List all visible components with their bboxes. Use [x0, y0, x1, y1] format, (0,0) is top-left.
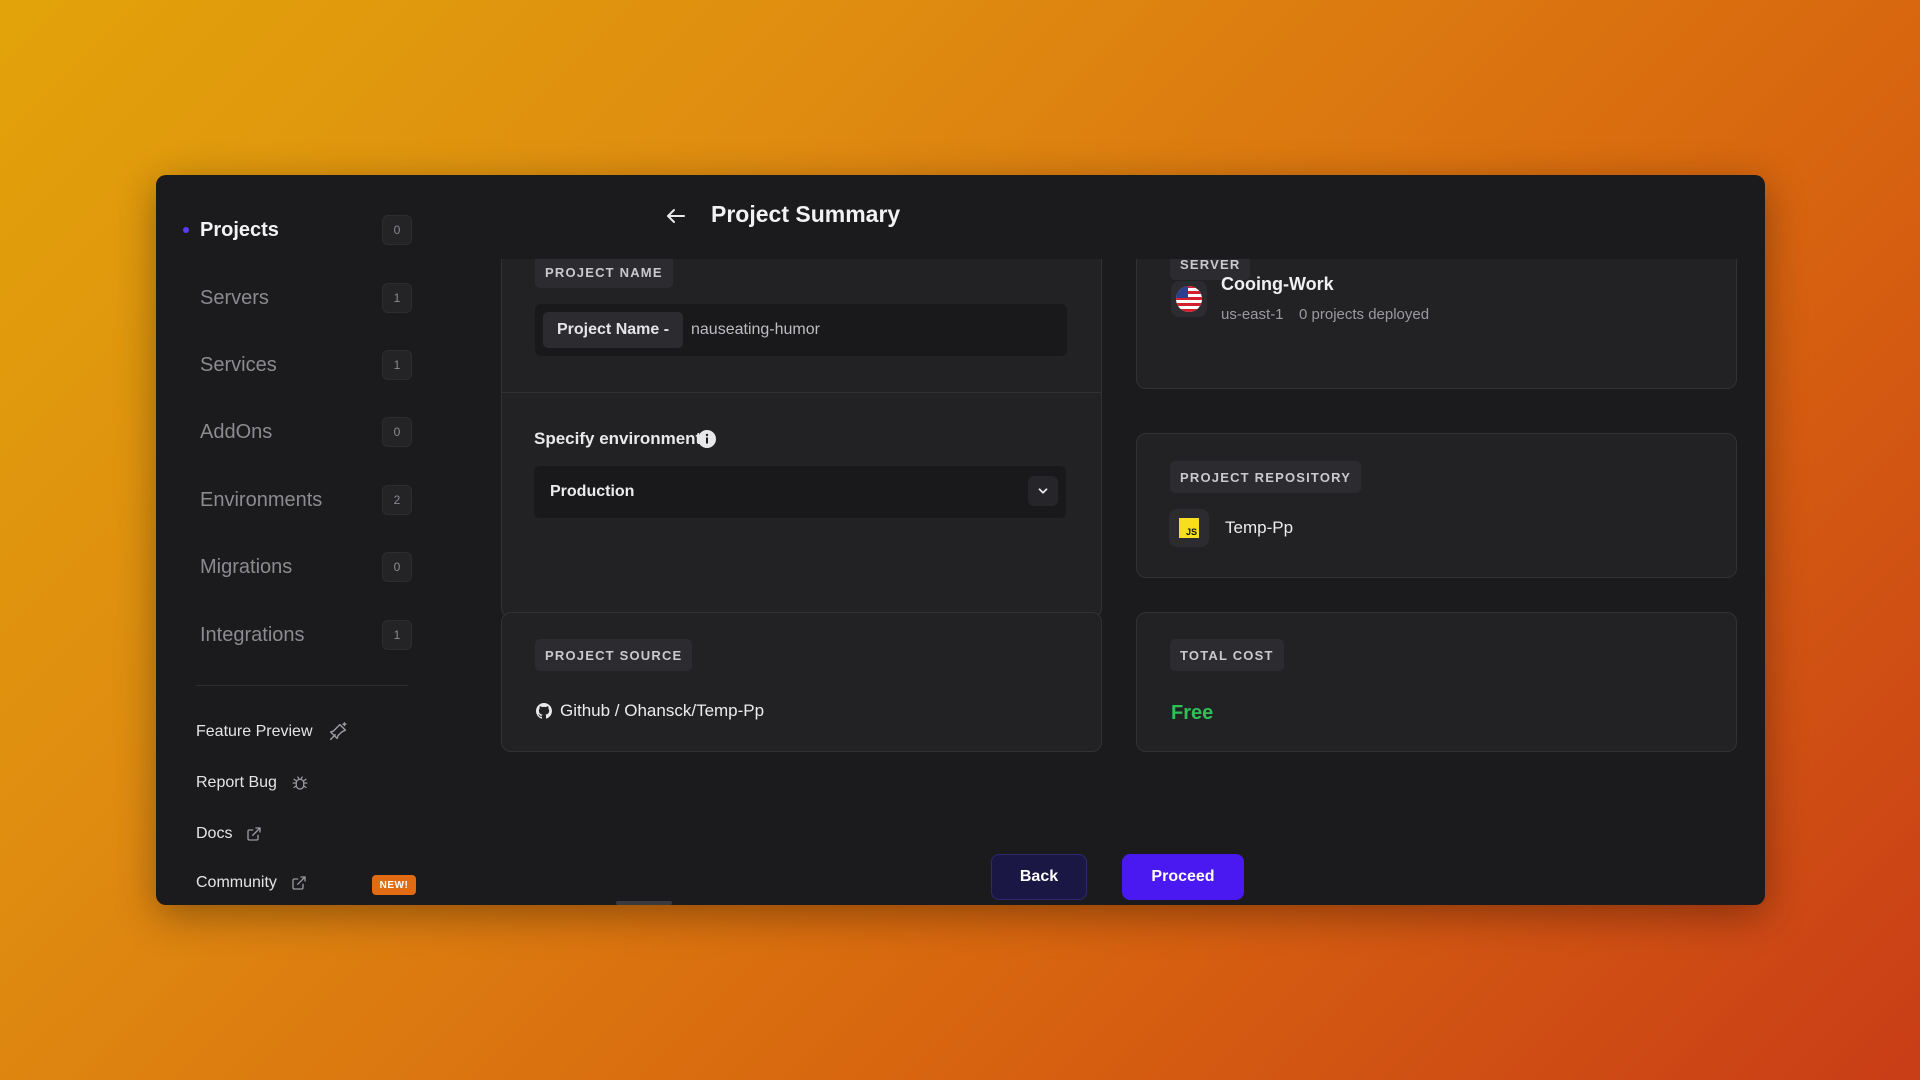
sidebar-item-label: Servers	[200, 286, 269, 309]
sidebar-item-label: Projects	[200, 218, 279, 241]
repository-name[interactable]: Temp-Pp	[1225, 518, 1293, 538]
sidebar-item-count: 0	[382, 552, 412, 582]
server-region: us-east-1	[1221, 306, 1284, 323]
sidebar-item-servers[interactable]: Servers 1	[156, 278, 426, 318]
project-source-row[interactable]: Github / Ohansck/Temp-Pp	[536, 701, 764, 721]
info-icon[interactable]	[697, 429, 717, 449]
project-source-card: PROJECT SOURCE Github / Ohansck/Temp-Pp	[501, 612, 1102, 752]
report-bug-label: Report Bug	[196, 774, 277, 791]
sidebar-item-environments[interactable]: Environments 2	[156, 480, 426, 520]
sidebar-item-projects[interactable]: Projects 0	[156, 210, 426, 250]
page-header: Project Summary	[446, 175, 1740, 259]
project-name-value[interactable]: nauseating-humor	[691, 304, 820, 356]
sidebar-item-label: Migrations	[200, 555, 293, 578]
community-link[interactable]: Community	[196, 869, 307, 897]
docs-link[interactable]: Docs	[196, 820, 262, 848]
bug-icon	[292, 776, 308, 790]
sidebar-divider	[196, 685, 408, 686]
sidebar-item-label: Services	[200, 353, 277, 376]
sidebar-item-count: 1	[382, 620, 412, 650]
sidebar-item-count: 0	[382, 417, 412, 447]
page-title: Project Summary	[711, 201, 901, 227]
project-source-value: Github / Ohansck/Temp-Pp	[560, 701, 765, 720]
chevron-down-icon[interactable]	[1028, 476, 1058, 506]
back-arrow-icon[interactable]	[664, 204, 688, 228]
project-name-field[interactable]: Project Name - nauseating-humor	[535, 304, 1067, 356]
sparkle-pin-icon	[329, 722, 347, 741]
feature-preview-label: Feature Preview	[196, 723, 313, 740]
environment-select[interactable]: Production	[534, 466, 1066, 518]
back-button[interactable]: Back	[991, 854, 1087, 900]
environment-selected-value: Production	[550, 483, 635, 500]
horizontal-scrollbar[interactable]	[616, 901, 672, 905]
proceed-button[interactable]: Proceed	[1122, 854, 1244, 900]
sidebar-item-count: 1	[382, 283, 412, 313]
sidebar-item-label: Environments	[200, 488, 323, 511]
project-source-tag: PROJECT SOURCE	[535, 639, 693, 671]
active-indicator-dot	[183, 227, 189, 233]
external-link-icon	[247, 827, 262, 841]
sidebar-item-label: Integrations	[200, 623, 305, 646]
sidebar-item-count: 0	[382, 215, 412, 245]
total-cost-card: TOTAL COST Free	[1136, 612, 1737, 752]
feature-preview-link[interactable]: Feature Preview	[196, 718, 349, 746]
us-flag-icon	[1171, 281, 1207, 317]
server-name: Cooing-Work	[1221, 274, 1334, 294]
total-cost-tag: TOTAL COST	[1170, 639, 1284, 671]
sidebar-item-services[interactable]: Services 1	[156, 345, 426, 385]
server-deploy-count: 0 projects deployed	[1299, 306, 1430, 323]
community-label: Community	[196, 874, 277, 891]
github-icon	[536, 703, 552, 719]
total-cost-value: Free	[1171, 702, 1214, 724]
environment-label-row: Specify environment	[534, 429, 701, 449]
docs-label: Docs	[196, 825, 233, 842]
report-bug-link[interactable]: Report Bug	[196, 769, 309, 797]
app-window: Projects 0 Servers 1 Services 1 AddOns 0…	[156, 175, 1765, 905]
project-name-prefix: Project Name -	[543, 312, 684, 348]
repository-card: PROJECT REPOSITORY JS Temp-Pp	[1136, 433, 1737, 578]
external-link-icon	[292, 876, 306, 890]
sidebar: Projects 0 Servers 1 Services 1 AddOns 0…	[156, 175, 446, 905]
javascript-icon: JS	[1169, 509, 1209, 547]
sidebar-item-label: AddOns	[200, 420, 273, 443]
sidebar-item-count: 1	[382, 350, 412, 380]
sidebar-item-count: 2	[382, 485, 412, 515]
new-badge: NEW!	[372, 875, 416, 895]
repository-tag: PROJECT REPOSITORY	[1170, 461, 1362, 493]
sidebar-item-integrations[interactable]: Integrations 1	[156, 615, 426, 655]
sidebar-item-migrations[interactable]: Migrations 0	[156, 547, 426, 587]
sidebar-item-addons[interactable]: AddOns 0	[156, 412, 426, 452]
project-name-tag: PROJECT NAME	[535, 256, 673, 288]
environment-label: Specify environment	[534, 429, 702, 448]
